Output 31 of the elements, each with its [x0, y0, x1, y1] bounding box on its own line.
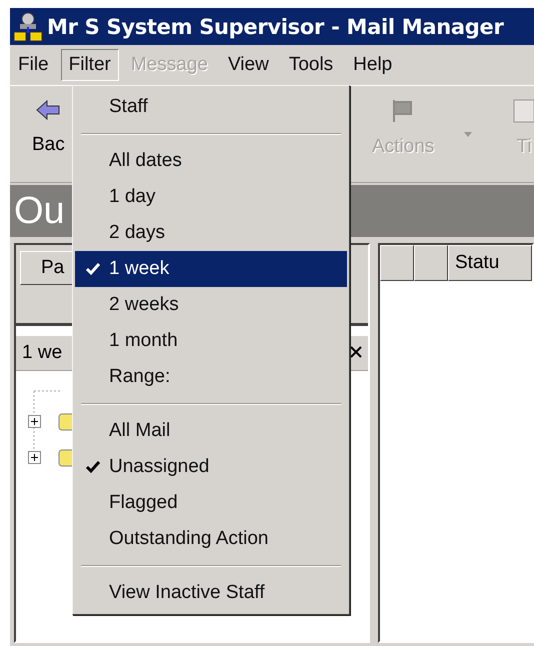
app-icon — [12, 10, 44, 42]
menu-bar-item[interactable]: File — [10, 49, 57, 81]
menu-item[interactable]: Flagged — [75, 485, 347, 521]
filter-label: 1 we — [22, 342, 62, 364]
menu-item[interactable]: All dates — [75, 143, 347, 179]
menu-item[interactable]: View Inactive Staff — [75, 575, 347, 611]
menu-item[interactable]: Staff — [75, 89, 347, 125]
menu-item[interactable]: Range: — [75, 359, 347, 395]
column-header[interactable] — [414, 245, 448, 281]
menu-item[interactable]: 1 day — [75, 179, 347, 215]
expand-icon[interactable] — [28, 451, 41, 464]
menu-item[interactable]: 2 days — [75, 215, 347, 251]
menu-bar-item[interactable]: Filter — [60, 49, 119, 81]
column-header[interactable]: Statu — [448, 245, 532, 281]
menu-item[interactable]: Unassigned — [75, 449, 347, 485]
back-arrow-icon — [35, 98, 62, 122]
menu-bar-item[interactable]: View — [220, 49, 277, 81]
menu-item[interactable]: 2 weeks — [75, 287, 347, 323]
menu-item[interactable]: Outstanding Action — [75, 521, 347, 557]
page-icon — [512, 98, 534, 124]
menu-item[interactable]: 1 week — [75, 251, 347, 287]
menu-item[interactable]: All Mail — [75, 413, 347, 449]
window-title: Mr S System Supervisor - Mail Manager — [47, 14, 504, 38]
menu-bar-item[interactable]: Help — [345, 49, 400, 81]
menu-bar-item[interactable]: Tools — [280, 49, 342, 81]
toolbar-button[interactable]: Bac — [32, 98, 65, 156]
column-header[interactable] — [380, 245, 414, 281]
close-icon[interactable] — [350, 346, 362, 358]
expand-icon[interactable] — [28, 415, 41, 428]
header-title: Ou — [14, 190, 65, 232]
menu-item[interactable]: 1 month — [75, 323, 347, 359]
